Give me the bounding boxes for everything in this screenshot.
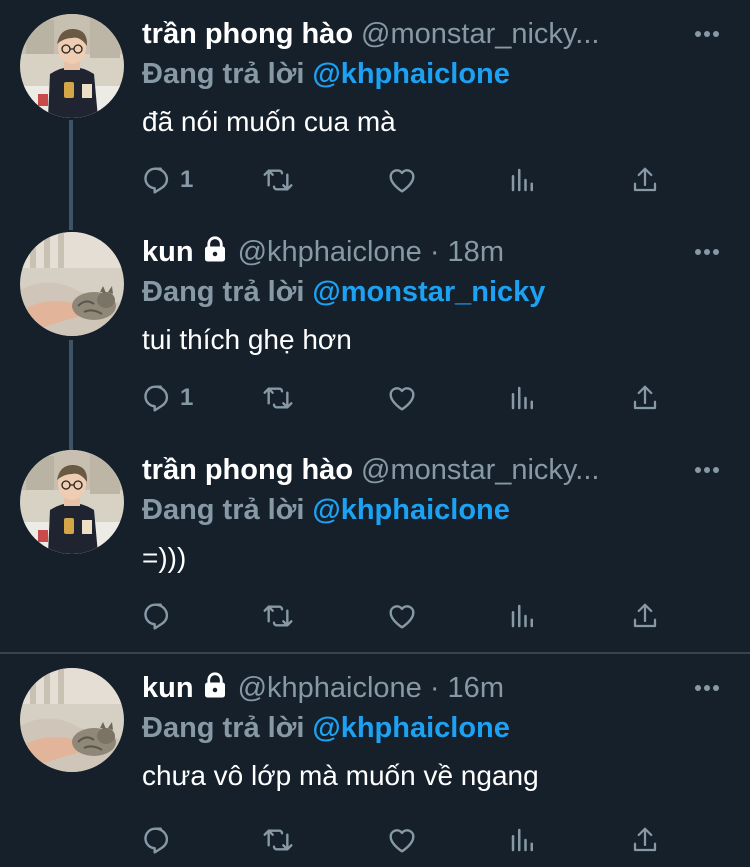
lock-icon <box>204 236 225 262</box>
analytics-button[interactable] <box>508 378 538 418</box>
share-button[interactable] <box>630 378 660 418</box>
display-name[interactable]: trần phong hào <box>142 454 353 486</box>
analytics-button[interactable] <box>508 160 538 200</box>
lock-icon <box>204 672 225 698</box>
heart-icon <box>389 169 415 193</box>
tweet[interactable]: trần phong hào @monstar_nicky... Đang trả… <box>0 0 750 218</box>
replying-to: Đang trả lời @khphaiclone <box>142 490 510 530</box>
retweet-icon <box>263 605 293 627</box>
analytics-button[interactable] <box>508 596 538 636</box>
replying-to-label: Đang trả lời <box>142 494 305 526</box>
reply-count: 1 <box>180 166 194 193</box>
mention-link[interactable]: @khphaiclone <box>312 58 509 90</box>
reply-button[interactable]: 1 <box>142 378 193 418</box>
tweet-text: đã nói muốn cua mà <box>142 106 396 137</box>
analytics-icon <box>511 828 533 852</box>
tweet-text: chưa vô lớp mà muốn về ngang <box>142 760 539 791</box>
tweet-actions <box>142 820 682 860</box>
tweet-header: kun @khphaiclone · 16m <box>142 668 690 708</box>
more-icon[interactable] <box>694 466 720 474</box>
share-button[interactable] <box>630 596 660 636</box>
share-button[interactable] <box>630 820 660 860</box>
reply-icon <box>144 385 169 412</box>
tweet[interactable]: trần phong hào @monstar_nicky... Đang trả… <box>0 436 750 652</box>
tweet[interactable]: kun @khphaiclone · 18m Đang trả lời @monst… <box>0 218 750 436</box>
analytics-icon <box>511 386 533 410</box>
handle-and-time[interactable]: @khphaiclone · 16m <box>238 672 504 704</box>
like-button[interactable] <box>385 378 419 418</box>
reply-icon <box>144 827 169 854</box>
share-icon <box>633 603 657 628</box>
reply-button[interactable] <box>142 596 180 636</box>
retweet-icon <box>263 387 293 409</box>
heart-icon <box>389 605 415 629</box>
handle-and-time[interactable]: @monstar_nicky... <box>361 454 599 486</box>
conversation-thread: trần phong hào @monstar_nicky... Đang trả… <box>0 0 750 867</box>
like-button[interactable] <box>385 820 419 860</box>
reply-button[interactable]: 1 <box>142 160 193 200</box>
avatar[interactable] <box>20 668 124 772</box>
mention-link[interactable]: @monstar_nicky <box>312 276 545 308</box>
retweet-button[interactable] <box>260 160 296 200</box>
analytics-icon <box>511 604 533 628</box>
retweet-button[interactable] <box>260 596 296 636</box>
retweet-icon <box>263 169 293 191</box>
replying-to-label: Đang trả lời <box>142 276 305 308</box>
retweet-button[interactable] <box>260 820 296 860</box>
display-name[interactable]: kun <box>142 672 194 704</box>
tweet-text: =))) <box>142 542 187 573</box>
more-icon[interactable] <box>694 30 720 38</box>
replying-to: Đang trả lời @khphaiclone <box>142 708 510 748</box>
share-icon <box>633 385 657 410</box>
handle-and-time[interactable]: @monstar_nicky... <box>361 18 599 50</box>
reply-count: 1 <box>180 384 194 411</box>
tweet-actions: 1 <box>142 378 682 418</box>
share-icon <box>633 827 657 852</box>
replying-to: Đang trả lời @monstar_nicky <box>142 272 545 312</box>
display-name[interactable]: kun <box>142 236 194 268</box>
like-button[interactable] <box>385 596 419 636</box>
mention-link[interactable]: @khphaiclone <box>312 712 509 744</box>
avatar[interactable] <box>20 14 124 118</box>
tweet-header: kun @khphaiclone · 18m <box>142 232 690 272</box>
like-button[interactable] <box>385 160 419 200</box>
tweet[interactable]: kun @khphaiclone · 16m Đang trả lời @khpha… <box>0 654 750 867</box>
analytics-button[interactable] <box>508 820 538 860</box>
tweet-header: trần phong hào @monstar_nicky... <box>142 14 690 54</box>
avatar[interactable] <box>20 450 124 554</box>
replying-to-label: Đang trả lời <box>142 58 305 90</box>
share-button[interactable] <box>630 160 660 200</box>
tweet-actions: 1 <box>142 160 682 200</box>
analytics-icon <box>511 168 533 192</box>
reply-icon <box>144 603 169 630</box>
heart-icon <box>389 829 415 853</box>
tweet-header: trần phong hào @monstar_nicky... <box>142 450 690 490</box>
retweet-button[interactable] <box>260 378 296 418</box>
avatar[interactable] <box>20 232 124 336</box>
replying-to: Đang trả lời @khphaiclone <box>142 54 510 94</box>
handle-and-time[interactable]: @khphaiclone · 18m <box>238 236 504 268</box>
display-name[interactable]: trần phong hào <box>142 18 353 50</box>
more-icon[interactable] <box>694 248 720 256</box>
replying-to-label: Đang trả lời <box>142 712 305 744</box>
reply-icon <box>144 167 169 194</box>
retweet-icon <box>263 829 293 851</box>
mention-link[interactable]: @khphaiclone <box>312 494 509 526</box>
more-icon[interactable] <box>694 684 720 692</box>
heart-icon <box>389 387 415 411</box>
tweet-text: tui thích ghẹ hơn <box>142 324 352 355</box>
tweet-actions <box>142 596 682 636</box>
share-icon <box>633 167 657 192</box>
reply-button[interactable] <box>142 820 180 860</box>
